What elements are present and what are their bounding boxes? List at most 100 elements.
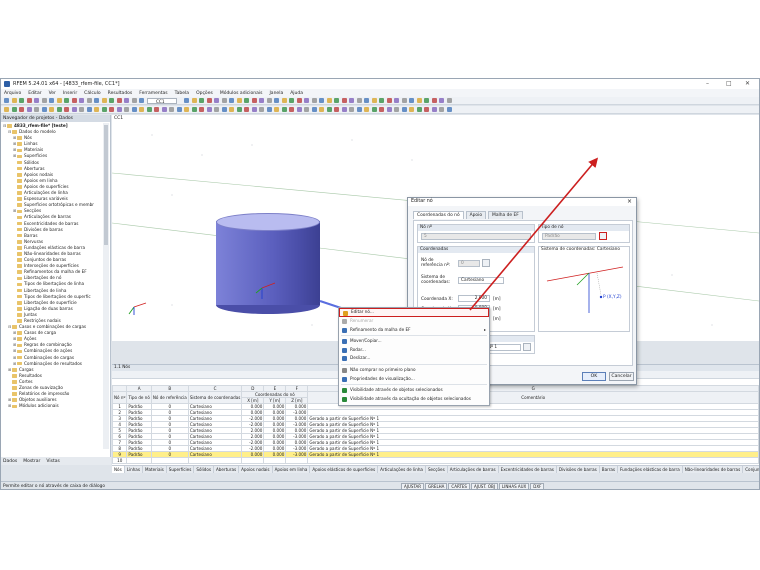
menu-item-1[interactable]: Editar (28, 91, 41, 96)
tab-mostrar[interactable]: Mostrar (23, 459, 40, 464)
toolbar-icon[interactable] (4, 107, 9, 112)
toolbar-icon[interactable] (199, 107, 204, 112)
pick-node-icon[interactable] (482, 259, 490, 267)
toolbar-icon[interactable] (131, 98, 137, 103)
table-tab[interactable]: Divisões de barras (557, 466, 600, 473)
toolbar-icon[interactable] (214, 107, 219, 112)
toolbar-icon[interactable] (274, 107, 279, 112)
ok-button[interactable]: OK (582, 372, 606, 381)
toolbar-icon[interactable] (446, 98, 452, 103)
minimize-button[interactable]: – (706, 80, 709, 87)
toolbar-icon[interactable] (364, 98, 369, 103)
node-type-field[interactable]: Padrão (542, 233, 596, 240)
menu-item-10[interactable]: Janela (269, 91, 283, 96)
status-toggle-button[interactable]: AJUST. OBJ (470, 483, 498, 489)
table-tab[interactable]: Apoios nodais (239, 466, 273, 473)
toolbar-icon[interactable] (259, 107, 264, 112)
table-tab[interactable]: Fundações elásticas de barra (618, 466, 683, 473)
tab-dados[interactable]: Dados (3, 459, 17, 464)
toolbar-icon[interactable] (34, 107, 39, 112)
toolbar-icon[interactable] (296, 98, 302, 103)
table-tab[interactable]: Sólidos (194, 466, 214, 473)
toolbar-icon[interactable] (341, 107, 347, 112)
tab-fe-mesh[interactable]: Malha de EF (488, 211, 523, 219)
context-menu-item[interactable]: Editar nó... (339, 308, 489, 317)
status-toggle-button[interactable]: LINHAS AUX (498, 483, 530, 489)
tree-item[interactable]: ⊞ Módulos adicionais (1, 403, 103, 409)
toolbar-icon[interactable] (176, 107, 182, 112)
close-window-button[interactable]: ✕ (745, 80, 750, 87)
toolbar-icon[interactable] (139, 98, 144, 103)
table-tab[interactable]: Secções (426, 466, 448, 473)
toolbar-icon[interactable] (26, 107, 32, 112)
table-tab[interactable]: Materiais (143, 466, 167, 473)
toolbar-icon[interactable] (11, 107, 17, 112)
toolbar-icon[interactable] (86, 107, 92, 112)
toolbar-icon[interactable] (221, 98, 227, 103)
toolbar-icon[interactable] (334, 98, 339, 103)
toolbar-icon[interactable] (184, 98, 189, 103)
menu-item-0[interactable]: Arquivo (4, 91, 21, 96)
toolbar-icon[interactable] (154, 107, 159, 112)
menu-item-7[interactable]: Tabela (175, 91, 189, 96)
context-menu-item[interactable]: Visibilidade através da ocultação de obj… (339, 395, 489, 404)
toolbar-icon[interactable] (281, 98, 287, 103)
menu-item-8[interactable]: Opções (196, 91, 213, 96)
table-tab[interactable]: Excentricidades de barras (499, 466, 557, 473)
cell-z[interactable] (285, 457, 309, 464)
toolbar-icon[interactable] (131, 107, 137, 112)
toolbar-icon[interactable] (386, 98, 392, 103)
navigator-scrollbar[interactable] (103, 123, 109, 449)
toolbar-icon[interactable] (101, 98, 107, 103)
toolbar-icon[interactable] (244, 98, 249, 103)
loadcase-select[interactable]: CC1 (147, 98, 177, 104)
toolbar-icon[interactable] (169, 107, 174, 112)
toolbar-icon[interactable] (326, 98, 332, 103)
toolbar-icon[interactable] (116, 98, 122, 103)
toolbar-icon[interactable] (409, 98, 414, 103)
toolbar-icon[interactable] (424, 98, 429, 103)
menu-item-4[interactable]: Cálculo (84, 91, 100, 96)
ref-node-field[interactable]: 0 (458, 260, 480, 267)
tab-support[interactable]: Apoio (465, 211, 487, 219)
cell-c[interactable] (307, 457, 759, 464)
maximize-button[interactable]: □ (726, 80, 732, 87)
toolbar-icon[interactable] (41, 98, 47, 103)
toolbar-icon[interactable] (319, 107, 324, 112)
toolbar-icon[interactable] (334, 107, 339, 112)
toolbar-icon[interactable] (409, 107, 414, 112)
toolbar-icon[interactable] (431, 98, 437, 103)
toolbar-icon[interactable] (356, 98, 362, 103)
toolbar-icon[interactable] (191, 107, 197, 112)
table-tab[interactable]: Aberturas (214, 466, 240, 473)
toolbar-icon[interactable] (64, 107, 69, 112)
table-tab[interactable]: Linhas (125, 466, 143, 473)
menu-item-3[interactable]: Inserir (63, 91, 77, 96)
tab-node-coordinates[interactable]: Coordenadas do nó (413, 211, 464, 219)
context-menu-item[interactable]: Não comprar no primeiro plano (339, 366, 489, 375)
toolbar-icon[interactable] (79, 98, 84, 103)
toolbar-icon[interactable] (274, 98, 279, 103)
toolbar-icon[interactable] (379, 98, 384, 103)
toolbar-icon[interactable] (191, 98, 197, 103)
toolbar-icon[interactable] (79, 107, 84, 112)
status-toggle-button[interactable]: CARTES (448, 483, 470, 489)
toolbar-icon[interactable] (281, 107, 287, 112)
toolbar-icon[interactable] (356, 107, 362, 112)
toolbar-icon[interactable] (251, 107, 257, 112)
cancel-button[interactable]: Cancelar (609, 372, 634, 381)
toolbar-icon[interactable] (184, 107, 189, 112)
toolbar-icon[interactable] (244, 107, 249, 112)
node-no-field[interactable]: 5 (421, 233, 531, 240)
toolbar-icon[interactable] (64, 98, 69, 103)
menu-item-2[interactable]: Ver (49, 91, 56, 96)
comment-browse-icon[interactable] (523, 343, 531, 351)
table-tab[interactable]: Superfícies (167, 466, 195, 473)
cell-sys[interactable] (187, 457, 243, 464)
toolbar-icon[interactable] (94, 107, 99, 112)
toolbar-icon[interactable] (349, 107, 354, 112)
toolbar-icon[interactable] (416, 98, 422, 103)
toolbar-icon[interactable] (109, 107, 114, 112)
status-toggle-button[interactable]: GRELHA (425, 483, 448, 489)
toolbar-icon[interactable] (101, 107, 107, 112)
